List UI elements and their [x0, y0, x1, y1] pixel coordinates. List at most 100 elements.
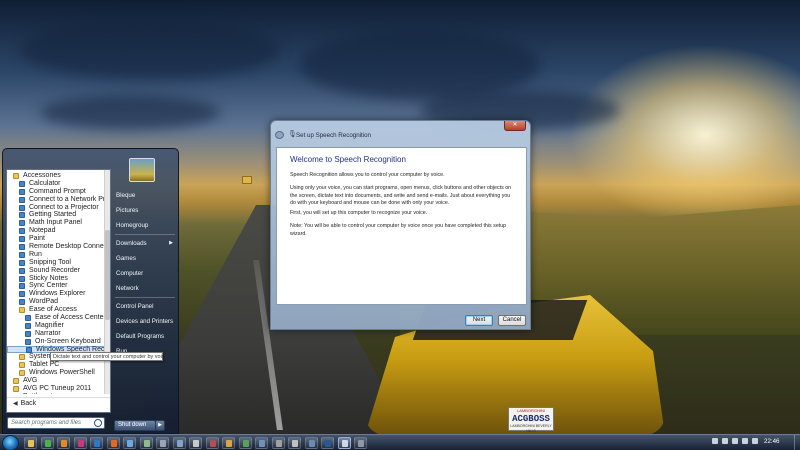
app-icon	[242, 440, 249, 447]
taskbar-button[interactable]	[321, 437, 334, 449]
program-icon	[25, 330, 31, 337]
program-icon	[26, 346, 32, 353]
volume-icon[interactable]	[742, 438, 748, 444]
program-item[interactable]: WordPad	[7, 298, 105, 306]
taskbar-button[interactable]	[288, 437, 301, 449]
flag-icon[interactable]	[722, 438, 728, 444]
program-item[interactable]: Math Input Panel	[7, 219, 105, 227]
taskbar-button[interactable]	[337, 437, 351, 449]
program-item[interactable]: Sync Center	[7, 282, 105, 290]
taskbar-button[interactable]	[172, 437, 186, 449]
program-item[interactable]: Narrator	[7, 330, 105, 338]
dialog-footer: Next Cancel	[276, 307, 527, 329]
taskbar-button[interactable]	[123, 437, 136, 449]
start-menu-link-label: Devices and Printers	[116, 318, 174, 325]
next-button[interactable]: Next	[465, 315, 493, 326]
user-avatar[interactable]	[129, 158, 155, 182]
start-menu-link-label: Downloads	[116, 240, 147, 247]
program-label: Windows Explorer	[29, 290, 86, 298]
dialog-paragraph: First, you will set up this computer to …	[290, 210, 428, 216]
clock[interactable]: 22:46	[764, 438, 779, 445]
taskbar-button[interactable]	[304, 437, 318, 449]
search-input[interactable]: Search programs and files	[7, 417, 105, 429]
start-menu-link[interactable]: Downloads ▶	[113, 236, 177, 251]
program-item[interactable]: Remote Desktop Connection	[7, 243, 105, 251]
desktop-folder-icon[interactable]	[242, 176, 252, 184]
taskbar-button[interactable]	[24, 437, 37, 449]
chrome-icon	[44, 440, 51, 447]
license-plate-number: ACGBOSS	[512, 414, 550, 424]
taskbar-button[interactable]	[271, 437, 285, 449]
start-menu-link[interactable]: Bleque	[113, 188, 177, 203]
taskbar-button[interactable]	[139, 437, 153, 449]
show-desktop-button[interactable]	[794, 435, 800, 450]
start-menu-link[interactable]: Control Panel	[113, 299, 177, 314]
taskbar-button[interactable]	[106, 437, 120, 449]
program-item[interactable]: Magnifier	[7, 322, 105, 330]
shutdown-button[interactable]: Shut down	[114, 420, 156, 431]
program-item[interactable]: Sound Recorder	[7, 267, 105, 275]
start-menu-link[interactable]: Pictures	[113, 203, 177, 218]
taskbar-button[interactable]	[189, 437, 202, 449]
program-item[interactable]: Connect to a Projector	[7, 204, 105, 212]
program-item[interactable]: Run	[7, 251, 105, 259]
dialog-titlebar[interactable]: 🎙 Set up Speech Recognition ✕	[271, 121, 530, 145]
close-button[interactable]: ✕	[504, 121, 526, 131]
taskbar-button[interactable]	[255, 437, 268, 449]
start-menu-link[interactable]: Games	[113, 251, 177, 266]
taskbar-button[interactable]	[205, 437, 219, 449]
taskbar-button[interactable]	[57, 437, 70, 449]
start-menu-link-label: Pictures	[116, 207, 139, 214]
start-menu-link[interactable]: Network	[113, 281, 177, 296]
program-label: On-Screen Keyboard	[35, 337, 101, 345]
battery-icon[interactable]	[752, 438, 758, 444]
program-item[interactable]: Paint	[7, 235, 105, 243]
start-menu-link[interactable]: Computer	[113, 266, 177, 281]
taskbar-button[interactable]	[156, 437, 169, 449]
program-item[interactable]: Getting Started	[7, 211, 105, 219]
search-icon[interactable]	[94, 419, 102, 427]
program-folder[interactable]: AVG	[7, 377, 105, 385]
back-button[interactable]: ◀ Back	[7, 397, 110, 409]
dialog-content: Welcome to Speech Recognition Speech Rec…	[276, 147, 527, 305]
start-menu-link-label: Control Panel	[116, 303, 154, 310]
taskbar-button[interactable]	[40, 437, 54, 449]
tray-arrow-icon[interactable]	[712, 438, 718, 444]
shutdown-options-button[interactable]: ▶	[155, 420, 165, 431]
start-menu-link-label: Games	[116, 255, 136, 262]
program-folder[interactable]: AVG PC Tuneup 2011	[7, 385, 105, 393]
program-item[interactable]: Snipping Tool	[7, 259, 105, 267]
start-button[interactable]	[2, 435, 19, 450]
taskbar-button[interactable]	[354, 437, 367, 449]
app-icon	[209, 440, 216, 447]
program-item[interactable]: Windows Explorer	[7, 290, 105, 298]
taskbar-button[interactable]	[222, 437, 235, 449]
programs-scrollbar-thumb[interactable]	[105, 230, 110, 320]
submenu-arrow-icon: ▶	[169, 240, 173, 246]
program-folder[interactable]: Windows PowerShell	[7, 369, 105, 377]
program-item[interactable]: Ease of Access Center	[7, 314, 105, 322]
program-item[interactable]: Connect to a Network Projector	[7, 196, 105, 204]
taskbar-button[interactable]	[238, 437, 252, 449]
app-icon	[193, 440, 199, 447]
program-item[interactable]: Sticky Notes	[7, 275, 105, 283]
program-folder[interactable]: Battle.net	[7, 393, 105, 394]
wizard-back-icon[interactable]	[275, 131, 284, 139]
program-icon	[19, 220, 25, 227]
start-menu-link[interactable]: Homegroup	[113, 218, 177, 233]
network-icon[interactable]	[732, 438, 738, 444]
chat-icon	[127, 440, 133, 447]
program-folder[interactable]: Tablet PC	[7, 361, 105, 369]
cancel-button[interactable]: Cancel	[498, 315, 526, 326]
taskbar-button[interactable]	[90, 437, 103, 449]
program-folder[interactable]: Accessories	[7, 172, 105, 180]
program-item[interactable]: Command Prompt	[7, 188, 105, 196]
program-item[interactable]: On-Screen Keyboard	[7, 338, 105, 346]
program-folder[interactable]: Ease of Access	[7, 306, 105, 314]
start-menu-link[interactable]: Default Programs	[113, 329, 177, 344]
program-item[interactable]: Notepad	[7, 227, 105, 235]
taskbar-button[interactable]	[73, 437, 87, 449]
start-menu-link[interactable]: Devices and Printers	[113, 314, 177, 329]
program-item[interactable]: Calculator	[7, 180, 105, 188]
app-icon	[226, 440, 232, 447]
